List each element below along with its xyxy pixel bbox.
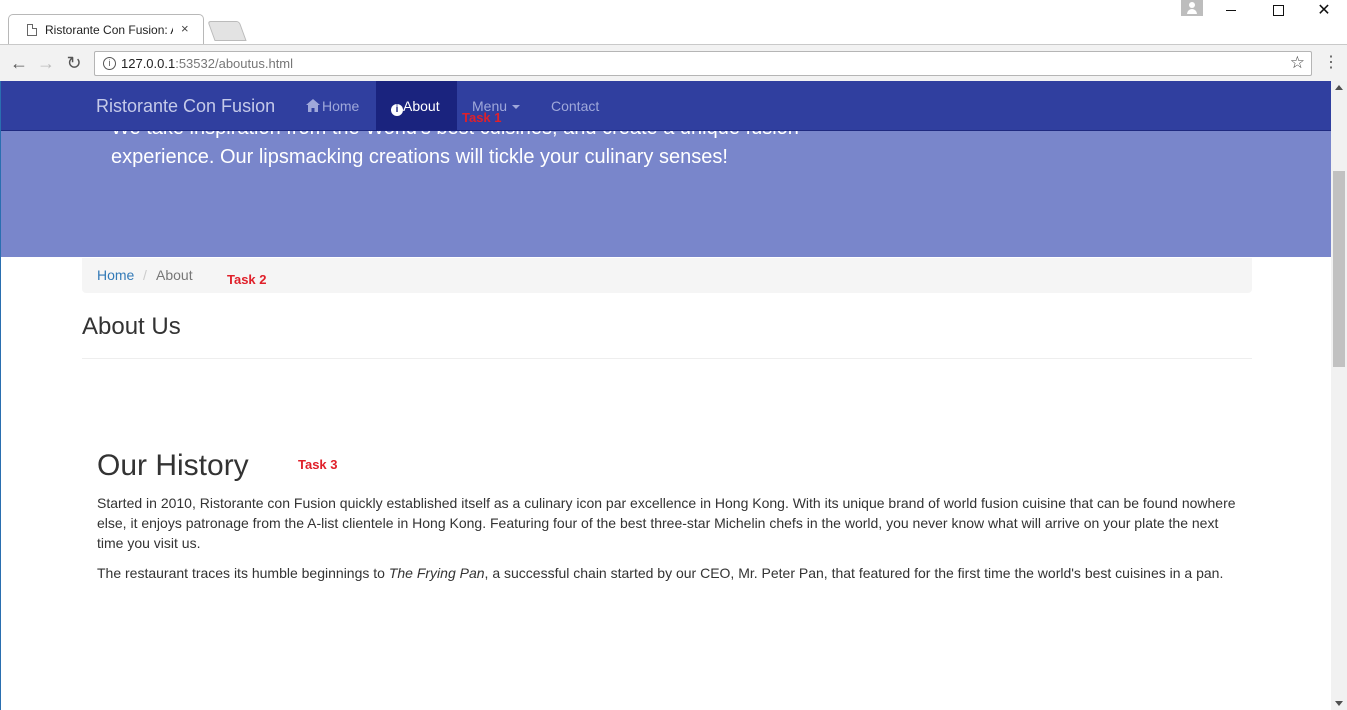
nav-item-about[interactable]: i About (376, 81, 457, 131)
url-text[interactable]: 127.0.0.1:53532/aboutus.html (121, 56, 293, 71)
forward-arrow-icon[interactable]: → (35, 52, 57, 74)
page-viewport: We take inspiration from the World's bes… (0, 81, 1331, 710)
caret-down-icon (512, 105, 521, 110)
restaurant-name-italic: The Frying Pan (388, 565, 485, 581)
scroll-down-arrow-icon[interactable] (1335, 701, 1343, 706)
scroll-up-arrow-icon[interactable] (1335, 85, 1343, 90)
breadcrumb-home-link[interactable]: Home (97, 267, 134, 283)
page-title: About Us (82, 313, 181, 340)
history-paragraph-1: Started in 2010, Ristorante con Fusion q… (97, 495, 1236, 551)
navbar: Ristorante Con Fusion Home i About Menu C… (1, 81, 1331, 131)
task-2-annotation: Task 2 (227, 272, 267, 287)
browser-titlebar: Ristorante Con Fusion: About Us × ✕ (0, 0, 1347, 46)
scrollbar-thumb[interactable] (1333, 171, 1345, 367)
vertical-scrollbar[interactable] (1331, 81, 1347, 710)
back-arrow-icon[interactable]: ← (8, 52, 30, 74)
address-bar[interactable]: i 127.0.0.1:53532/aboutus.html ☆ (94, 51, 1312, 76)
minimize-button[interactable] (1208, 0, 1254, 22)
home-icon (306, 81, 320, 131)
page-icon (27, 24, 37, 36)
task-1-annotation: Task 1 (462, 110, 502, 125)
nav-item-home[interactable]: Home (291, 81, 374, 131)
jumbotron-text-line2: experience. Our lipsmacking creations wi… (111, 146, 728, 168)
history-paragraph-2: The restaurant traces its humble beginni… (97, 565, 1224, 581)
nav-home-label: Home (322, 98, 360, 114)
info-icon[interactable]: i (103, 57, 116, 70)
history-heading: Our History (97, 449, 249, 482)
task-3-annotation: Task 3 (298, 457, 338, 472)
tab-title: Ristorante Con Fusion: About Us (45, 23, 173, 37)
divider (82, 358, 1252, 359)
info-sign-icon: i (391, 104, 403, 116)
nav-item-contact[interactable]: Contact (536, 81, 614, 131)
navbar-brand[interactable]: Ristorante Con Fusion (96, 96, 275, 117)
maximize-button[interactable] (1255, 0, 1301, 22)
browser-toolbar: ← → ↻ i 127.0.0.1:53532/aboutus.html ☆ ⋮ (0, 44, 1347, 81)
profile-icon[interactable] (1181, 0, 1203, 16)
more-vert-icon[interactable]: ⋮ (1323, 54, 1339, 74)
nav-about-label: About (403, 98, 440, 114)
breadcrumb-current: About (156, 267, 193, 283)
tab-close-icon[interactable]: × (181, 21, 189, 36)
close-window-button[interactable]: ✕ (1301, 0, 1347, 22)
star-icon[interactable]: ☆ (1290, 53, 1305, 73)
reload-icon[interactable]: ↻ (63, 52, 85, 74)
nav-contact-label: Contact (551, 98, 600, 114)
breadcrumb-separator: / (143, 267, 147, 283)
browser-tab[interactable]: Ristorante Con Fusion: About Us × (8, 14, 204, 45)
new-tab-button[interactable] (207, 21, 247, 41)
